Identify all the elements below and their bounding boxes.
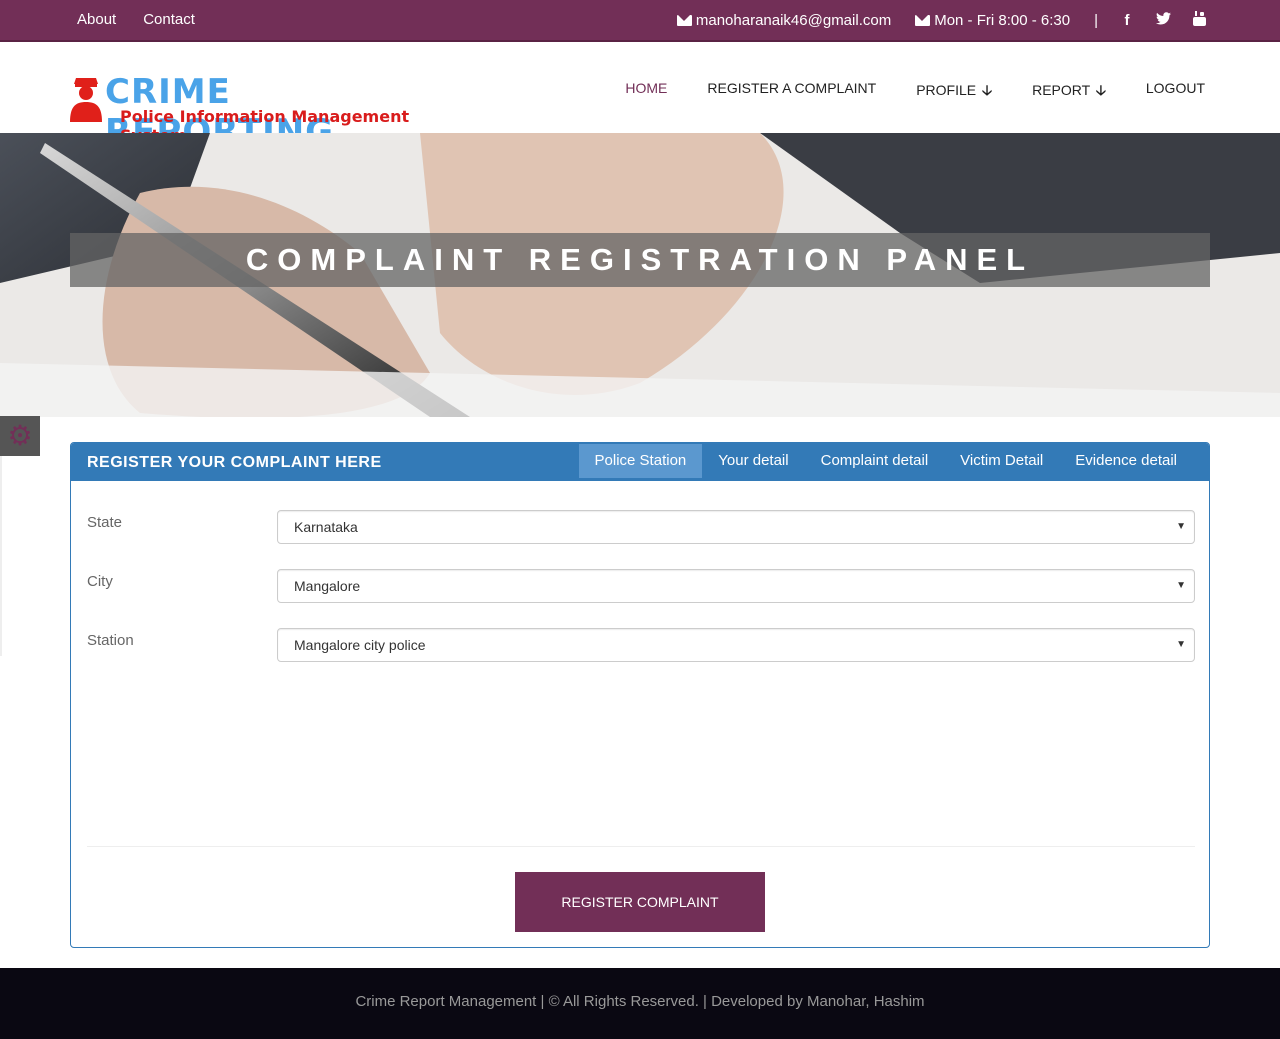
station-row: Station Mangalore city police ▼ xyxy=(87,628,1195,662)
email-info: manoharanaik46@gmail.com xyxy=(676,12,892,29)
panel-header: REGISTER YOUR COMPLAINT HERE Police Stat… xyxy=(71,443,1209,481)
nav-profile-label: PROFILE xyxy=(916,82,977,98)
city-row: City Mangalore ▼ xyxy=(87,569,1195,603)
top-contact-info: manoharanaik46@gmail.com Mon - Fri 8:00 … xyxy=(676,11,1206,30)
top-bar: About Contact manoharanaik46@gmail.com M… xyxy=(0,0,1280,42)
banner-title-box: COMPLAINT REGISTRATION PANEL xyxy=(70,233,1210,287)
about-link[interactable]: About xyxy=(77,11,116,28)
arrow-down-icon: 🡣 xyxy=(1095,82,1106,98)
email-text: manoharanaik46@gmail.com xyxy=(695,12,892,29)
panel-tabs: Police Station Your detail Complaint det… xyxy=(578,444,1193,478)
contact-link[interactable]: Contact xyxy=(143,11,195,28)
banner-title: COMPLAINT REGISTRATION PANEL xyxy=(245,242,1035,277)
form-divider xyxy=(87,846,1195,847)
footer-text: Crime Report Management | © All Rights R… xyxy=(355,993,925,1010)
nav-register-complaint[interactable]: REGISTER A COMPLAINT xyxy=(707,80,876,104)
hero-banner: COMPLAINT REGISTRATION PANEL xyxy=(0,133,1280,417)
nav-report-label: REPORT xyxy=(1032,82,1090,98)
twitter-icon[interactable] xyxy=(1156,12,1171,29)
twitter-bird-shape xyxy=(1156,12,1171,25)
state-row: State Karnataka ▼ xyxy=(87,510,1195,544)
nav-report[interactable]: REPORT 🡣 xyxy=(1032,80,1106,104)
city-label: City xyxy=(87,573,113,590)
gear-icon: ⚙ xyxy=(7,420,33,451)
tab-evidence-detail[interactable]: Evidence detail xyxy=(1059,444,1193,478)
site-footer: Crime Report Management | © All Rights R… xyxy=(0,968,1280,1039)
state-select[interactable]: Karnataka ▼ xyxy=(277,510,1195,544)
separator: | xyxy=(1094,12,1098,29)
tab-complaint-detail[interactable]: Complaint detail xyxy=(805,444,945,478)
site-logo[interactable]: CRIME REPORTING Police Information Manag… xyxy=(68,72,468,152)
main-nav: HOME REGISTER A COMPLAINT PROFILE 🡣 REPO… xyxy=(625,80,1205,104)
side-panel-edge xyxy=(0,456,2,656)
hours-info: Mon - Fri 8:00 - 6:30 xyxy=(915,12,1070,29)
caret-down-icon: ▼ xyxy=(1176,521,1186,532)
police-officer-icon xyxy=(70,78,102,122)
tab-victim-detail[interactable]: Victim Detail xyxy=(944,444,1059,478)
city-select[interactable]: Mangalore ▼ xyxy=(277,569,1195,603)
envelope-icon xyxy=(915,15,931,26)
nav-home[interactable]: HOME xyxy=(625,80,667,104)
site-header: CRIME REPORTING Police Information Manag… xyxy=(0,42,1280,152)
nav-profile[interactable]: PROFILE 🡣 xyxy=(916,80,992,104)
top-links: About Contact xyxy=(77,11,195,28)
station-select[interactable]: Mangalore city police ▼ xyxy=(277,628,1195,662)
facebook-icon[interactable]: f xyxy=(1120,12,1134,29)
youtube-icon[interactable] xyxy=(1192,11,1206,30)
state-label: State xyxy=(87,514,123,531)
panel-title: REGISTER YOUR COMPLAINT HERE xyxy=(87,454,382,471)
station-label: Station xyxy=(87,632,134,649)
state-value: Karnataka xyxy=(294,519,358,535)
envelope-icon xyxy=(676,15,692,26)
tab-police-station[interactable]: Police Station xyxy=(578,444,703,478)
city-value: Mangalore xyxy=(294,578,361,594)
tab-your-detail[interactable]: Your detail xyxy=(702,444,804,478)
caret-down-icon: ▼ xyxy=(1176,580,1186,591)
nav-logout[interactable]: LOGOUT xyxy=(1146,80,1205,104)
station-value: Mangalore city police xyxy=(294,637,426,653)
caret-down-icon: ▼ xyxy=(1176,639,1186,650)
settings-toggle[interactable]: ⚙ xyxy=(0,416,40,456)
hours-text: Mon - Fri 8:00 - 6:30 xyxy=(934,12,1071,29)
arrow-down-icon: 🡣 xyxy=(982,82,993,98)
youtube-shape xyxy=(1192,11,1206,26)
register-complaint-button[interactable]: REGISTER COMPLAINT xyxy=(515,872,765,932)
complaint-panel: REGISTER YOUR COMPLAINT HERE Police Stat… xyxy=(70,442,1210,948)
